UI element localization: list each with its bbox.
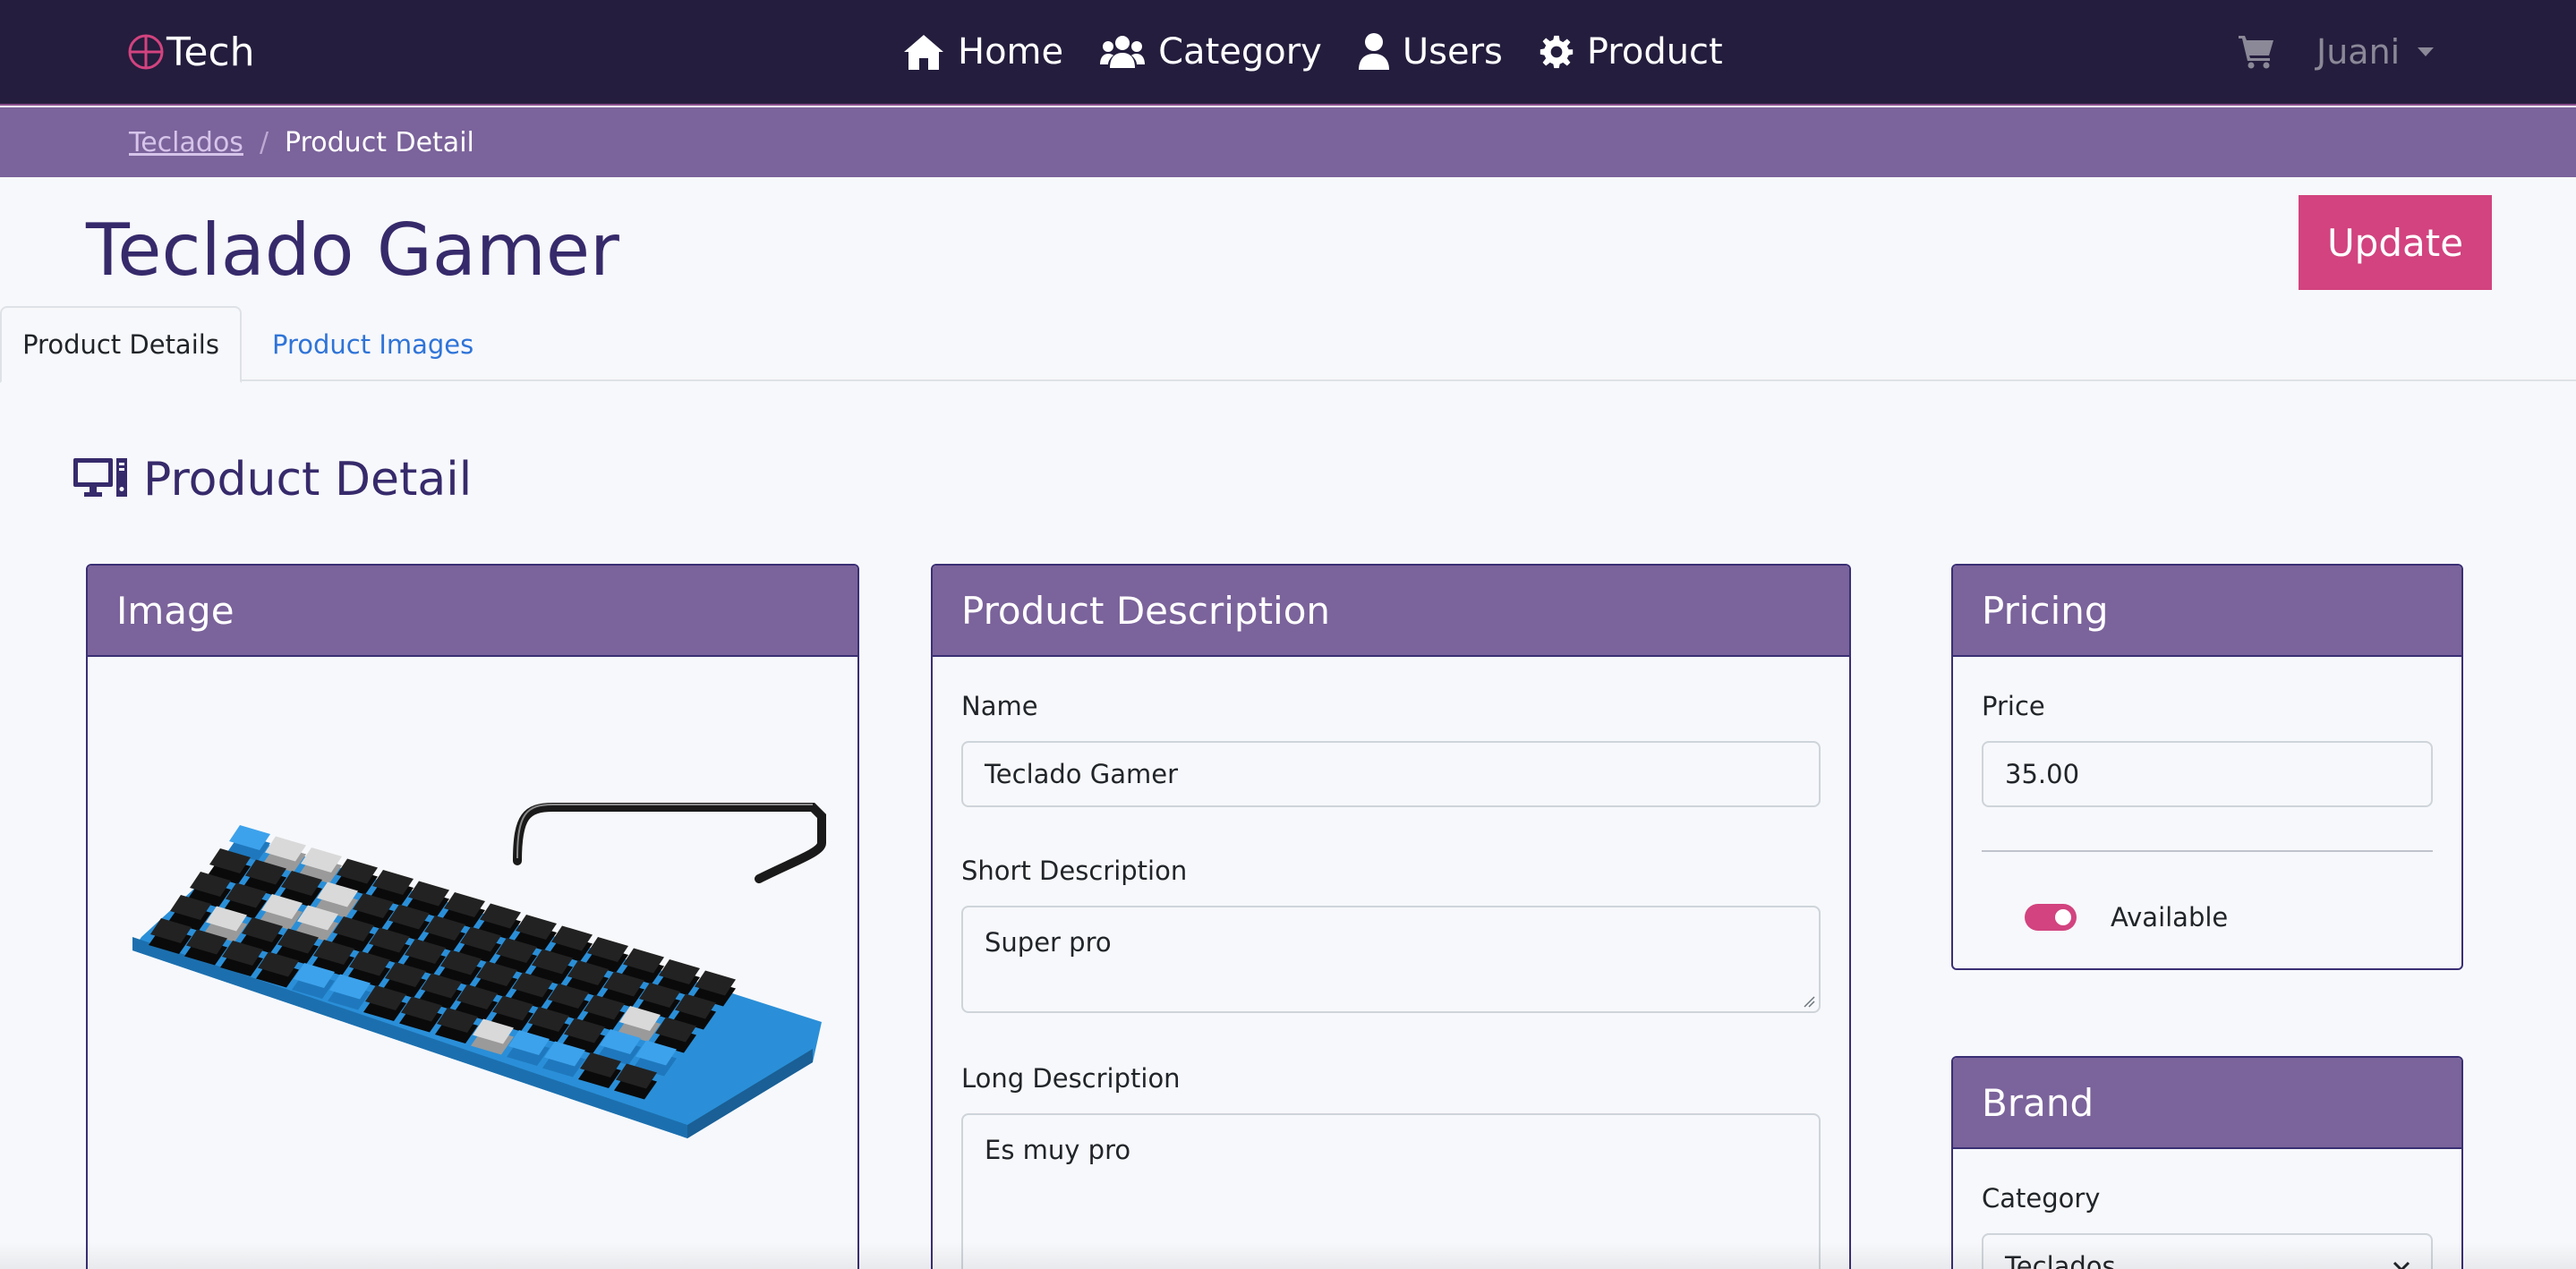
- caret-down-icon: [2418, 47, 2435, 56]
- image-card: Image: [86, 564, 859, 1269]
- user-name: Juani: [2316, 32, 2401, 72]
- category-select-value: Teclados: [2005, 1251, 2116, 1269]
- users-icon: [1100, 36, 1146, 68]
- breadcrumb-separator: /: [259, 126, 269, 158]
- long-description-value: Es muy pro: [985, 1135, 1131, 1165]
- chevron-down-icon: [2393, 1261, 2410, 1269]
- long-description-textarea[interactable]: Es muy pro: [961, 1113, 1821, 1269]
- home-icon: [904, 35, 943, 70]
- pricing-divider: [1982, 850, 2433, 852]
- category-select[interactable]: Teclados: [1982, 1233, 2433, 1269]
- breadcrumb: Teclados / Product Detail: [0, 107, 2576, 177]
- pricing-card: Pricing Price 35.00 Available: [1951, 564, 2463, 970]
- nav-product-label: Product: [1586, 31, 1723, 72]
- tab-bar: Product Details Product Images: [0, 306, 2576, 383]
- main-nav: Home Category Users Product: [902, 25, 1759, 79]
- breadcrumb-current: Product Detail: [285, 126, 474, 158]
- brand-card: Brand Category Teclados: [1951, 1056, 2463, 1269]
- resize-grip-icon[interactable]: [1803, 995, 1815, 1008]
- category-label: Category: [1982, 1183, 2101, 1214]
- tab-product-images[interactable]: Product Images: [272, 306, 473, 383]
- nav-users[interactable]: Users: [1358, 31, 1503, 72]
- user-icon: [1358, 33, 1389, 70]
- brand-card-header: Brand: [1953, 1058, 2461, 1149]
- crosshair-logo-icon: [128, 34, 164, 70]
- brand-name: Tech: [166, 29, 255, 75]
- name-input[interactable]: Teclado Gamer: [961, 741, 1821, 807]
- long-description-label: Long Description: [961, 1063, 1181, 1094]
- available-label: Available: [2111, 902, 2229, 933]
- product-description-card: Product Description Name Teclado Gamer S…: [931, 564, 1851, 1269]
- nav-home[interactable]: Home: [902, 31, 1063, 72]
- gear-icon: [1540, 35, 1574, 69]
- breadcrumb-link-parent[interactable]: Teclados: [129, 127, 243, 158]
- short-description-value: Super pro: [985, 927, 1112, 958]
- nav-product[interactable]: Product: [1539, 31, 1723, 72]
- pricing-card-header: Pricing: [1953, 566, 2461, 657]
- section-heading-label: Product Detail: [143, 453, 473, 507]
- available-toggle[interactable]: [2025, 904, 2077, 931]
- page-title: Teclado Gamer: [86, 209, 619, 292]
- user-dropdown[interactable]: Juani: [2316, 29, 2435, 75]
- cart-button[interactable]: [2238, 32, 2275, 70]
- nav-home-label: Home: [958, 31, 1064, 72]
- tab-product-details[interactable]: Product Details: [0, 306, 242, 383]
- desktop-computer-icon: [73, 458, 127, 497]
- name-label: Name: [961, 691, 1038, 721]
- short-description-textarea[interactable]: Super pro: [961, 906, 1821, 1013]
- section-heading: Product Detail: [72, 451, 472, 508]
- nav-category-label: Category: [1158, 31, 1322, 72]
- price-input[interactable]: 35.00: [1982, 741, 2433, 807]
- keyboard-product-image: [132, 803, 826, 1138]
- brand-logo[interactable]: Tech: [127, 27, 255, 77]
- nav-category[interactable]: Category: [1099, 31, 1322, 72]
- price-label: Price: [1982, 691, 2045, 721]
- short-description-label: Short Description: [961, 856, 1188, 886]
- update-button[interactable]: Update: [2299, 195, 2492, 290]
- top-navbar: Tech Home Category Users Product Juani: [0, 0, 2576, 106]
- nav-users-label: Users: [1402, 31, 1503, 72]
- cart-icon: [2239, 36, 2273, 69]
- image-card-header: Image: [88, 566, 857, 657]
- toggle-knob: [2055, 909, 2071, 925]
- product-description-card-header: Product Description: [933, 566, 1849, 657]
